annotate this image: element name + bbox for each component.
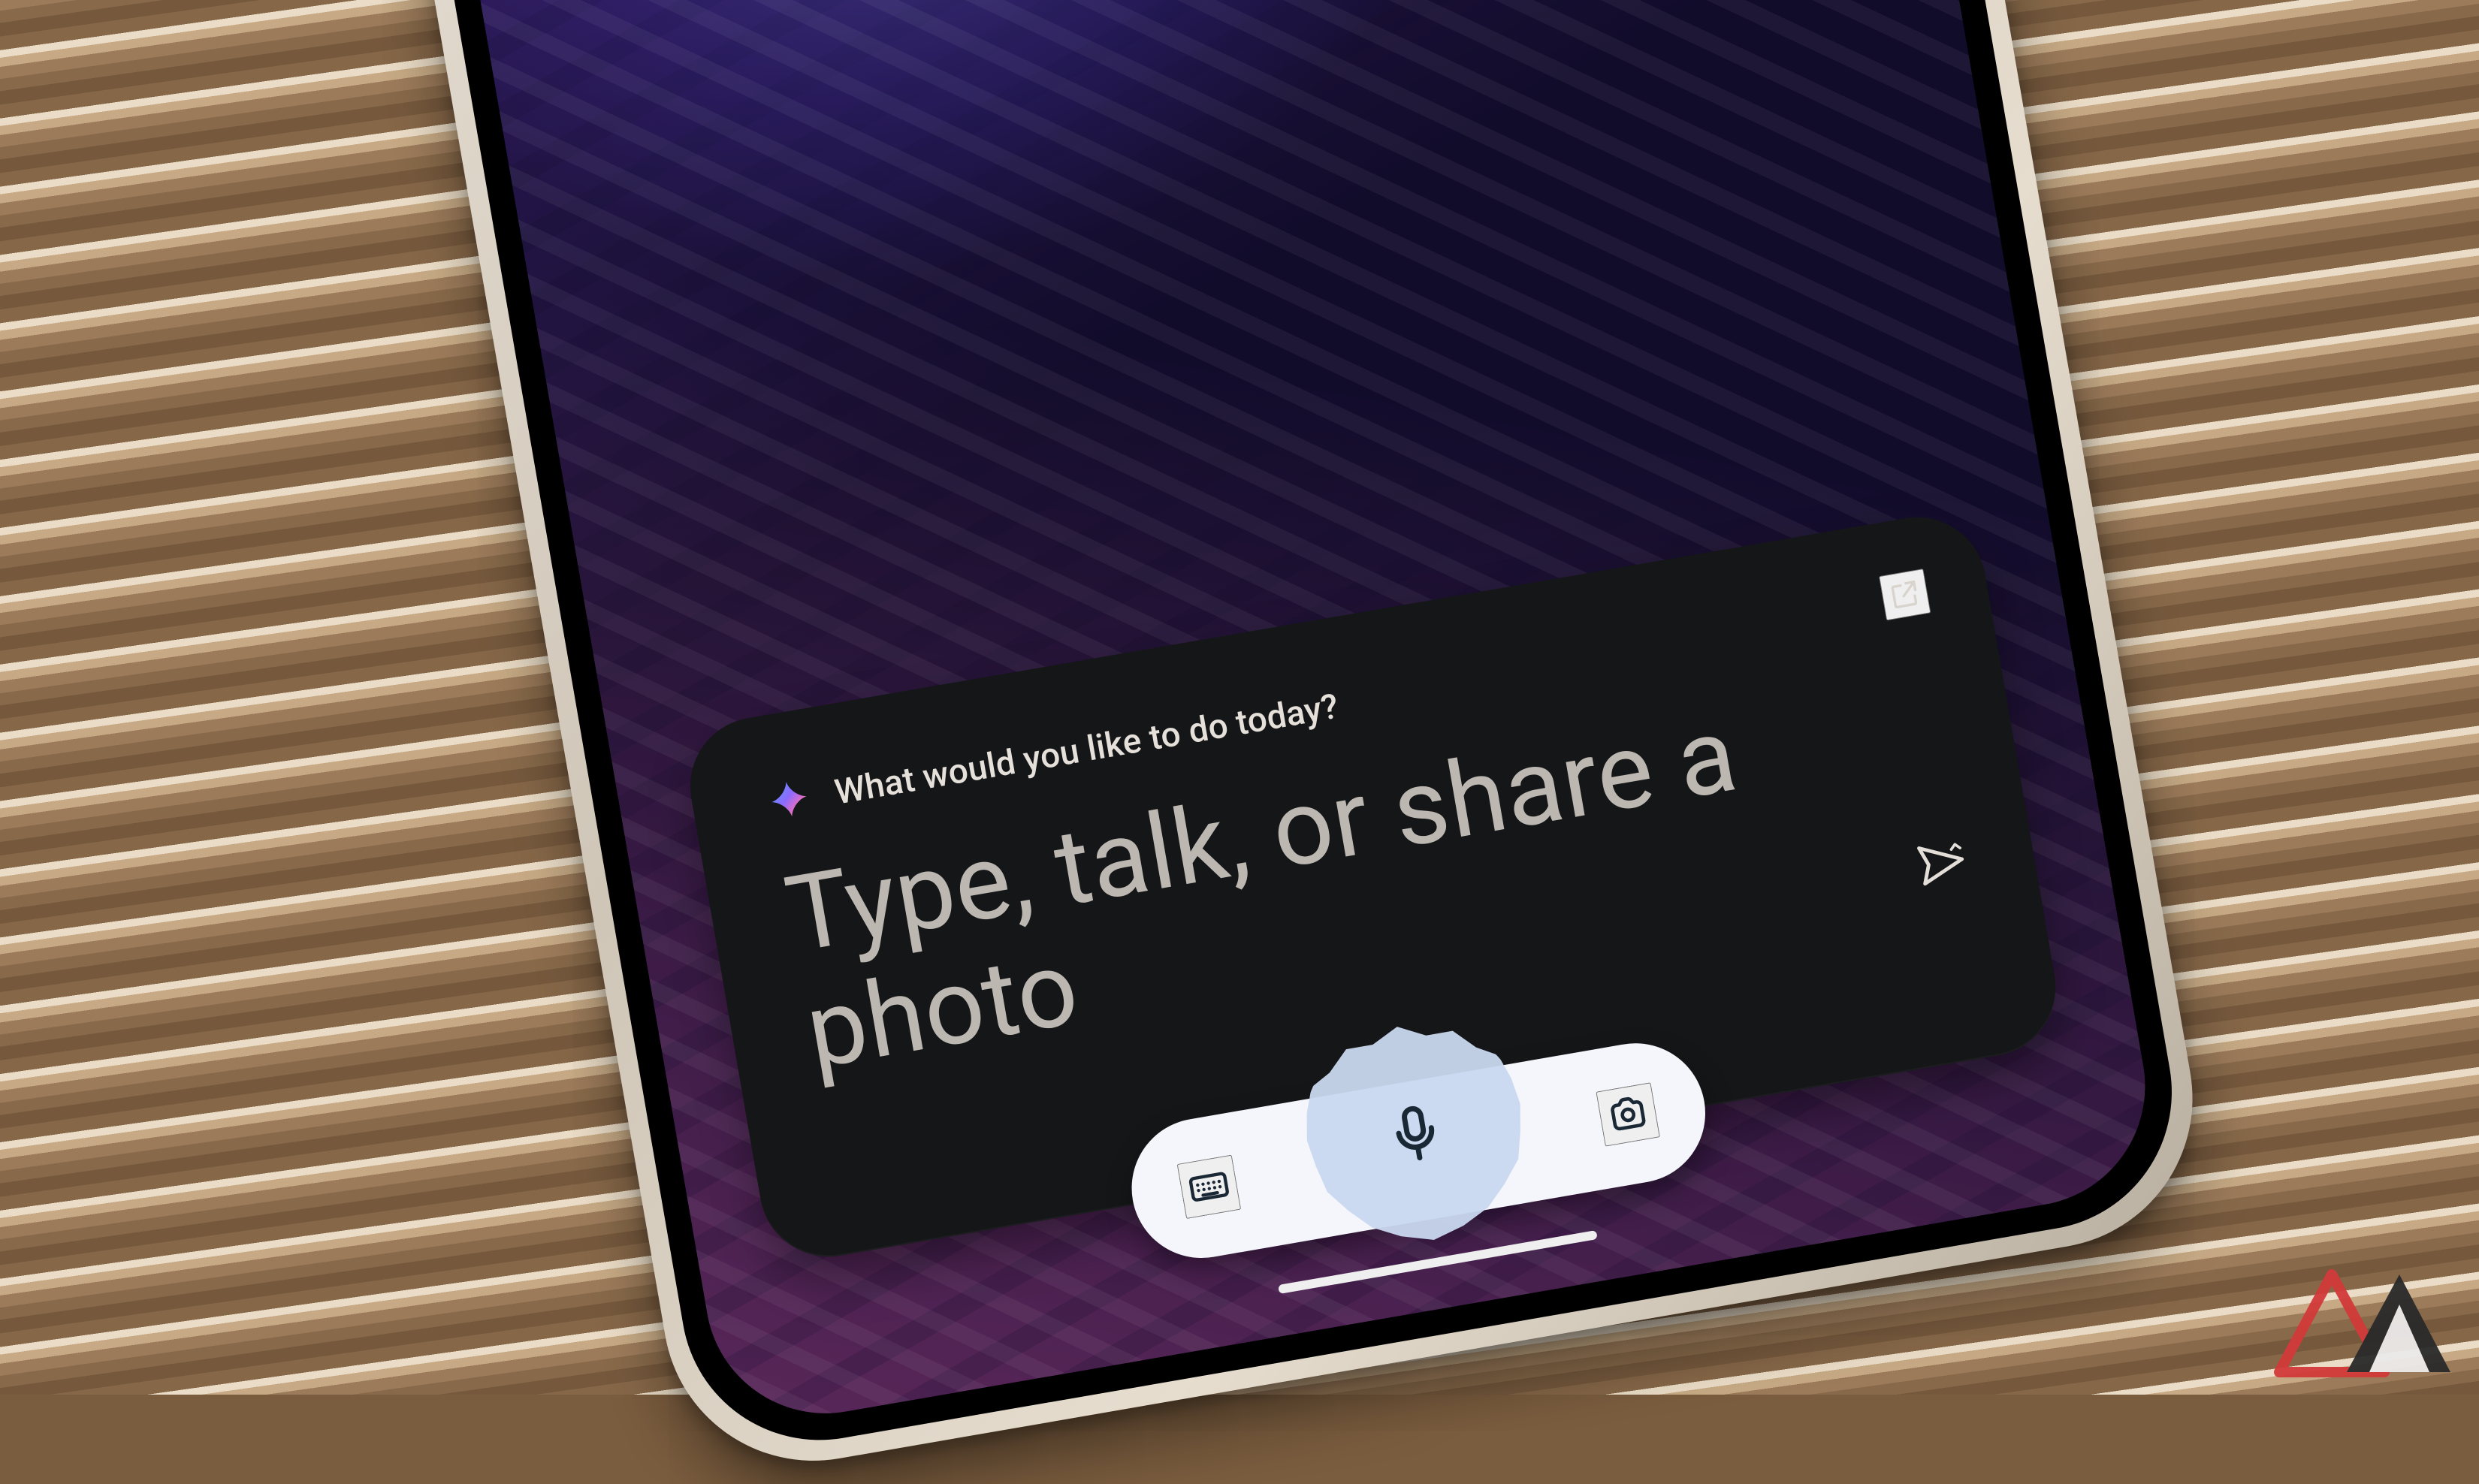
send-button[interactable] bbox=[1911, 831, 1973, 894]
open-external-button[interactable] bbox=[1879, 569, 1931, 620]
gemini-sparkle-icon bbox=[765, 777, 814, 826]
card-prompt-text[interactable]: Type, talk, or share a photo bbox=[778, 662, 1964, 1092]
pill-spacer bbox=[1387, 1118, 1451, 1183]
photo-scene: What would you like to do today? Type, t… bbox=[0, 0, 2479, 1395]
send-icon bbox=[1911, 831, 1973, 894]
camera-button[interactable] bbox=[1596, 1082, 1660, 1147]
phone-device: What would you like to do today? Type, t… bbox=[353, 0, 2215, 1484]
keyboard-button[interactable] bbox=[1177, 1155, 1242, 1220]
camera-icon bbox=[1602, 1085, 1654, 1145]
open-external-icon bbox=[1885, 570, 1925, 620]
watermark-logo bbox=[2257, 1259, 2452, 1380]
keyboard-icon bbox=[1183, 1157, 1235, 1217]
